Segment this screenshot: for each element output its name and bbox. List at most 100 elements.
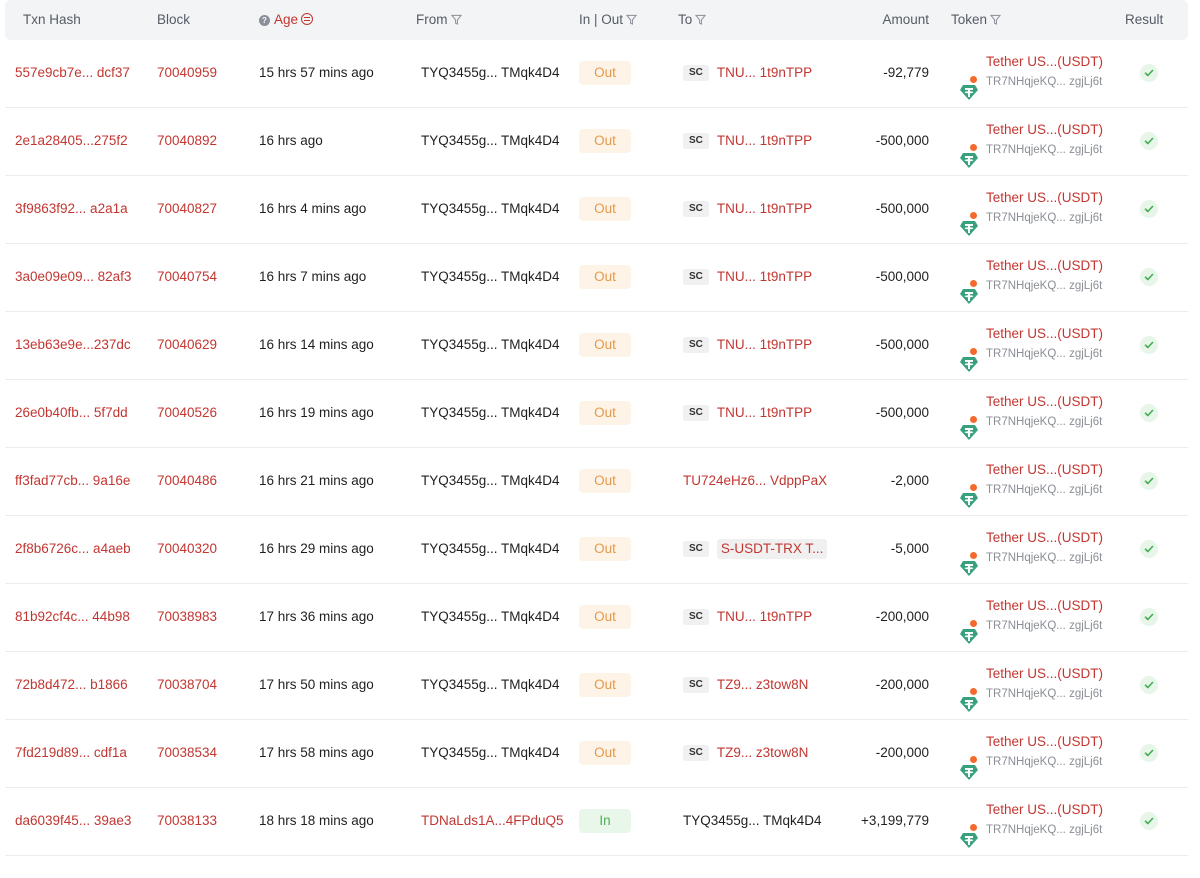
token-cell[interactable]: Tether US...(USDT) TR7NHqjeKQ... zgjLj6t <box>956 516 1126 582</box>
token-name-link[interactable]: Tether US...(USDT) <box>986 326 1103 342</box>
to-address-link[interactable]: TZ9... z3tow8N <box>717 677 809 692</box>
to-address-link[interactable]: TNU... 1t9nTPP <box>717 133 812 148</box>
block-link[interactable]: 70040320 <box>157 516 217 582</box>
token-cell[interactable]: Tether US...(USDT) TR7NHqjeKQ... zgjLj6t <box>956 448 1126 514</box>
token-name-link[interactable]: Tether US...(USDT) <box>986 394 1103 410</box>
block-link[interactable]: 70040959 <box>157 40 217 106</box>
token-contract-address: TR7NHqjeKQ... zgjLj6t <box>986 212 1103 224</box>
token-cell[interactable]: Tether US...(USDT) TR7NHqjeKQ... zgjLj6t <box>956 312 1126 378</box>
check-icon <box>1140 64 1158 83</box>
from-address-link[interactable]: TYQ3455g... TMqk4D4 <box>421 448 560 514</box>
block-link[interactable]: 70040892 <box>157 108 217 174</box>
txn-hash-link[interactable]: 72b8d472... b1866 <box>15 652 128 718</box>
txn-hash-link[interactable]: 26e0b40fb... 5f7dd <box>15 380 128 446</box>
toggle-time-format-icon[interactable] <box>301 13 314 25</box>
from-address-link[interactable]: TYQ3455g... TMqk4D4 <box>421 244 560 310</box>
to-address-link[interactable]: TZ9... z3tow8N <box>717 745 809 760</box>
to-address-link[interactable]: TNU... 1t9nTPP <box>717 405 812 420</box>
from-address-link[interactable]: TDNaLds1A...4FPduQ5 <box>421 788 564 854</box>
txn-hash-link[interactable]: 13eb63e9e...237dc <box>15 312 131 378</box>
to-address-link[interactable]: TYQ3455g... TMqk4D4 <box>683 813 822 828</box>
to-address-link[interactable]: S-USDT-TRX T... <box>716 539 828 560</box>
token-contract-address: TR7NHqjeKQ... zgjLj6t <box>986 824 1103 836</box>
txn-hash-link[interactable]: 3a0e09e09... 82af3 <box>15 244 131 310</box>
column-header-block: Block <box>157 0 190 40</box>
txn-hash-link[interactable]: da6039f45... 39ae3 <box>15 788 131 854</box>
block-link[interactable]: 70038704 <box>157 652 217 718</box>
to-address-link[interactable]: TNU... 1t9nTPP <box>717 201 812 216</box>
token-name-link[interactable]: Tether US...(USDT) <box>986 258 1103 274</box>
token-name-link[interactable]: Tether US...(USDT) <box>986 462 1103 478</box>
token-cell[interactable]: Tether US...(USDT) TR7NHqjeKQ... zgjLj6t <box>956 40 1126 106</box>
block-link[interactable]: 70040629 <box>157 312 217 378</box>
token-name-link[interactable]: Tether US...(USDT) <box>986 598 1103 614</box>
table-row: 72b8d472... b1866 70038704 17 hrs 50 mins … <box>5 652 1188 720</box>
to-cell: SC S-USDT-TRX T... <box>683 516 828 582</box>
token-name-link[interactable]: Tether US...(USDT) <box>986 734 1103 750</box>
block-link[interactable]: 70040754 <box>157 244 217 310</box>
result-cell <box>1140 312 1158 378</box>
txn-hash-link[interactable]: 2f8b6726c... a4aeb <box>15 516 131 582</box>
from-address-link[interactable]: TYQ3455g... TMqk4D4 <box>421 312 560 378</box>
filter-icon[interactable] <box>695 14 707 25</box>
token-name-link[interactable]: Tether US...(USDT) <box>986 122 1103 138</box>
token-cell[interactable]: Tether US...(USDT) TR7NHqjeKQ... zgjLj6t <box>956 244 1126 310</box>
to-address-link[interactable]: TNU... 1t9nTPP <box>717 65 812 80</box>
token-name-link[interactable]: Tether US...(USDT) <box>986 54 1103 70</box>
block-link[interactable]: 70038983 <box>157 584 217 650</box>
token-cell[interactable]: Tether US...(USDT) TR7NHqjeKQ... zgjLj6t <box>956 176 1126 242</box>
token-name-link[interactable]: Tether US...(USDT) <box>986 190 1103 206</box>
column-header-to[interactable]: To <box>678 0 707 40</box>
token-cell[interactable]: Tether US...(USDT) TR7NHqjeKQ... zgjLj6t <box>956 720 1126 786</box>
txn-hash-link[interactable]: 81b92cf4c... 44b98 <box>15 584 130 650</box>
tether-token-icon <box>960 336 978 372</box>
filter-icon[interactable] <box>626 14 638 25</box>
from-address-link[interactable]: TYQ3455g... TMqk4D4 <box>421 40 560 106</box>
to-address-link[interactable]: TNU... 1t9nTPP <box>717 269 812 284</box>
column-header-from[interactable]: From <box>416 0 462 40</box>
tether-token-icon <box>960 540 978 576</box>
filter-icon[interactable] <box>990 14 1002 25</box>
block-link[interactable]: 70038133 <box>157 788 217 854</box>
txn-hash-link[interactable]: 7fd219d89... cdf1a <box>15 720 127 786</box>
from-address-link[interactable]: TYQ3455g... TMqk4D4 <box>421 108 560 174</box>
block-link[interactable]: 70040486 <box>157 448 217 514</box>
to-address-link[interactable]: TU724eHz6... VdppPaX <box>683 473 827 488</box>
from-address-link[interactable]: TYQ3455g... TMqk4D4 <box>421 652 560 718</box>
from-address-link[interactable]: TYQ3455g... TMqk4D4 <box>421 516 560 582</box>
txn-hash-link[interactable]: 3f9863f92... a2a1a <box>15 176 128 242</box>
token-cell[interactable]: Tether US...(USDT) TR7NHqjeKQ... zgjLj6t <box>956 652 1126 718</box>
column-header-token[interactable]: Token <box>951 0 1002 40</box>
block-link[interactable]: 70038534 <box>157 720 217 786</box>
from-address-link[interactable]: TYQ3455g... TMqk4D4 <box>421 176 560 242</box>
block-link[interactable]: 70040827 <box>157 176 217 242</box>
token-cell[interactable]: Tether US...(USDT) TR7NHqjeKQ... zgjLj6t <box>956 788 1126 854</box>
to-address-link[interactable]: TNU... 1t9nTPP <box>717 609 812 624</box>
txn-hash-link[interactable]: 557e9cb7e... dcf37 <box>15 40 130 106</box>
from-address-link[interactable]: TYQ3455g... TMqk4D4 <box>421 584 560 650</box>
result-label: Result <box>1125 12 1164 27</box>
from-address-link[interactable]: TYQ3455g... TMqk4D4 <box>421 380 560 446</box>
column-header-in-out[interactable]: In | Out <box>579 0 638 40</box>
age-text: 16 hrs ago <box>259 133 323 148</box>
token-cell[interactable]: Tether US...(USDT) TR7NHqjeKQ... zgjLj6t <box>956 584 1126 650</box>
result-cell <box>1140 244 1158 310</box>
from-address-link[interactable]: TYQ3455g... TMqk4D4 <box>421 720 560 786</box>
block-link[interactable]: 70040526 <box>157 380 217 446</box>
filter-icon[interactable] <box>450 14 462 25</box>
warning-dot-icon <box>969 415 978 424</box>
column-header-result: Result <box>1125 0 1163 40</box>
direction-cell: Out <box>579 516 631 582</box>
txn-hash-link[interactable]: ff3fad77cb... 9a16e <box>15 448 130 514</box>
token-cell[interactable]: Tether US...(USDT) TR7NHqjeKQ... zgjLj6t <box>956 380 1126 446</box>
token-name-link[interactable]: Tether US...(USDT) <box>986 530 1103 546</box>
direction-cell: Out <box>579 380 631 446</box>
to-address-link[interactable]: TNU... 1t9nTPP <box>717 337 812 352</box>
txn-hash-link[interactable]: 2e1a28405...275f2 <box>15 108 128 174</box>
help-icon[interactable]: ? <box>259 15 270 26</box>
column-header-age[interactable]: ? Age <box>259 0 314 40</box>
token-name-link[interactable]: Tether US...(USDT) <box>986 666 1103 682</box>
age-label[interactable]: Age <box>274 12 298 27</box>
token-cell[interactable]: Tether US...(USDT) TR7NHqjeKQ... zgjLj6t <box>956 108 1126 174</box>
token-name-link[interactable]: Tether US...(USDT) <box>986 802 1103 818</box>
